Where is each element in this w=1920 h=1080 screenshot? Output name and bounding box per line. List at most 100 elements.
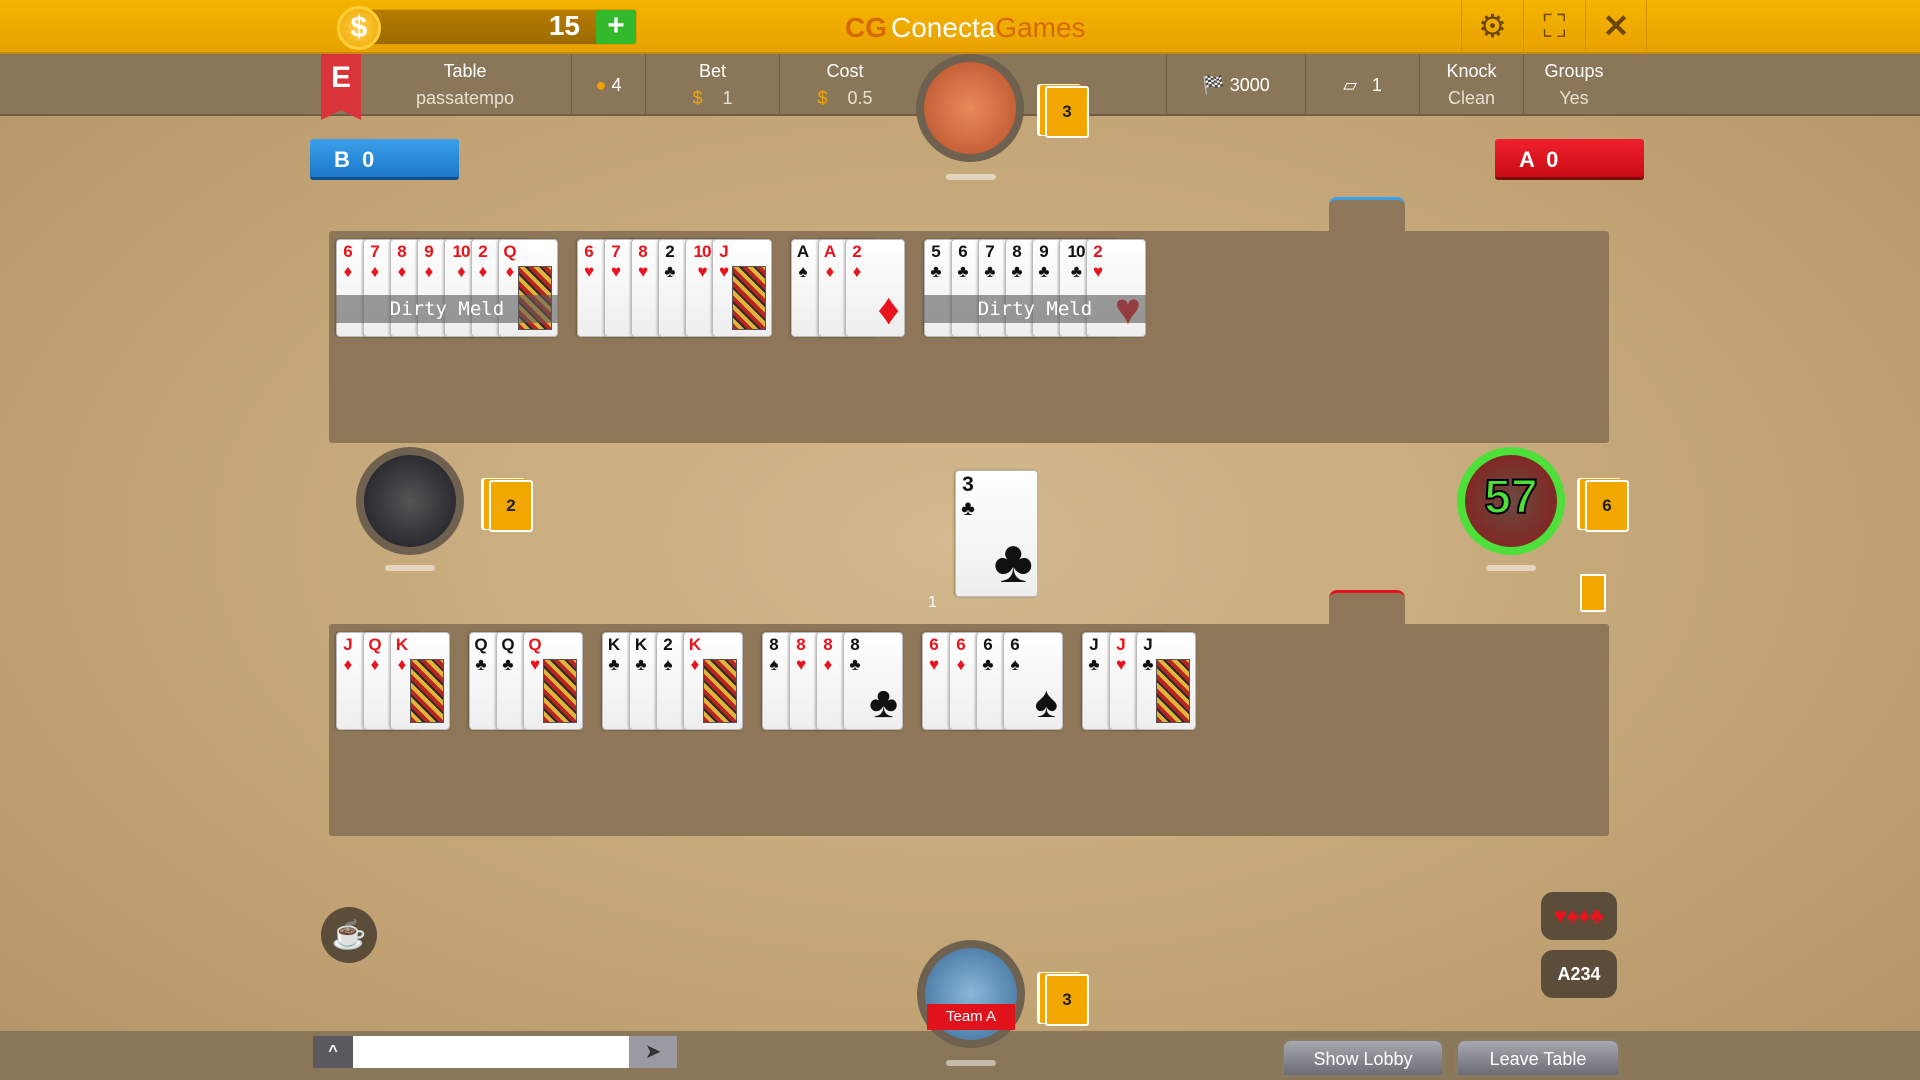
players-info: ● 4 bbox=[572, 54, 645, 116]
draw-pile-card[interactable] bbox=[1580, 574, 1606, 612]
avatar-left-player[interactable] bbox=[356, 447, 464, 555]
groups-info: Groups Yes bbox=[1524, 54, 1624, 116]
meld[interactable]: 8♠ 8♥ 8♦ 8♣ ♣ bbox=[762, 632, 903, 730]
card-corner: K♣ bbox=[607, 635, 620, 674]
card-corner: J♣ bbox=[1088, 635, 1099, 674]
card-corner: 7♥ bbox=[610, 242, 621, 281]
fullscreen-button[interactable]: ⛶ bbox=[1523, 0, 1585, 54]
meld[interactable]: 6♦ 7♦ 8♦ 9♦ 10♦ 2♦ Q♦ Dirty Meld bbox=[336, 239, 558, 337]
card-corner: 8♦ bbox=[397, 242, 406, 281]
face-card-art bbox=[1156, 659, 1190, 723]
cost-label: Cost bbox=[826, 61, 864, 81]
face-card-art bbox=[703, 659, 737, 723]
card-corner: Q♦ bbox=[503, 242, 516, 281]
goal-info: 🏁 3000 bbox=[1167, 54, 1305, 116]
face-card-art bbox=[732, 266, 766, 330]
left-player-card-count: 2 bbox=[489, 480, 533, 532]
meld[interactable]: 5♣6♣7♣8♣9♣10♣2♥♥Dirty Meld bbox=[924, 239, 1146, 337]
card-corner: Q♦ bbox=[368, 635, 381, 674]
card-corner: K♦ bbox=[395, 635, 408, 674]
meld[interactable]: Q♣ Q♣ Q♥ bbox=[469, 632, 583, 730]
show-lobby-button[interactable]: Show Lobby bbox=[1281, 1038, 1445, 1078]
discard-info: ▱ 1 bbox=[1306, 54, 1419, 116]
fullscreen-icon: ⛶ bbox=[1543, 8, 1566, 44]
meld-label: Dirty Meld bbox=[924, 295, 1146, 323]
meld[interactable]: 6♥ 7♥ 8♥ 2♣ 10♥ J♥ bbox=[577, 239, 772, 337]
dollar-icon: $ bbox=[692, 88, 703, 108]
sort-by-rank-button[interactable]: A234 bbox=[1541, 950, 1617, 998]
card-corner: 8♣ bbox=[849, 635, 860, 674]
goal-value: 3000 bbox=[1229, 75, 1270, 95]
team-a-area-tab bbox=[1329, 590, 1405, 626]
card-corner: 2♥ bbox=[1092, 242, 1103, 281]
avatar-top-player[interactable] bbox=[916, 54, 1024, 162]
card-corner: 6♥ bbox=[583, 242, 594, 281]
conectagames-logo: CG Conecta Games bbox=[845, 10, 1086, 46]
avatar-self[interactable] bbox=[917, 940, 1025, 1048]
playing-card[interactable]: J♥ bbox=[712, 239, 772, 337]
card-corner: K♣ bbox=[634, 635, 647, 674]
meld[interactable]: A♠ A♦ 2♦ ♦ bbox=[791, 239, 905, 337]
card-corner: J♥ bbox=[1115, 635, 1126, 674]
card-corner: 10♣ bbox=[1067, 242, 1086, 281]
coffee-break-button[interactable]: ☕ bbox=[321, 907, 377, 963]
team-a-meld-area[interactable]: J♦ Q♦ K♦ Q♣ Q♣ Q♥ K♣ K♣ 2♠ K♦ 8♠ 8♥ 8♦ 8♣ ♣ 6♥ 6♦ 6♣ 6♠ ♠ J♣… bbox=[329, 624, 1609, 836]
gear-icon: ⚙ bbox=[1478, 8, 1507, 44]
playing-card[interactable]: 2♦ ♦ bbox=[845, 239, 905, 337]
table-info: Table passatempo bbox=[380, 54, 550, 116]
playing-card[interactable]: 3♣ ♣ bbox=[955, 470, 1038, 597]
groups-label: Groups bbox=[1544, 61, 1604, 81]
meld[interactable]: K♣ K♣ 2♠ K♦ bbox=[602, 632, 743, 730]
card-corner: K♦ bbox=[688, 635, 701, 674]
meld[interactable]: J♦ Q♦ K♦ bbox=[336, 632, 450, 730]
sort-by-suit-button[interactable]: ♥♠♦♣ bbox=[1541, 892, 1617, 940]
chevron-up-icon: ^ bbox=[328, 1043, 338, 1060]
team-b-score: B 0 bbox=[310, 139, 459, 180]
discard-value: 1 bbox=[1371, 75, 1382, 95]
playing-card[interactable]: K♦ bbox=[683, 632, 743, 730]
table-name: passatempo bbox=[415, 88, 515, 108]
coin-balance: 15 bbox=[548, 10, 580, 41]
checkered-flag-icon: 🏁 bbox=[1202, 75, 1225, 95]
card-corner: A♠ bbox=[796, 242, 809, 281]
card-corner: A♦ bbox=[823, 242, 836, 281]
meld-label: Dirty Meld bbox=[336, 295, 558, 323]
card-corner: 9♣ bbox=[1038, 242, 1049, 281]
knock-info: Knock Clean bbox=[1420, 54, 1523, 116]
team-b-meld-area[interactable]: 6♦ 7♦ 8♦ 9♦ 10♦ 2♦ Q♦ Dirty Meld 6♥ 7♥ 8♥ 2♣ 10♥ J♥ A♠… bbox=[329, 231, 1609, 443]
face-card-art bbox=[543, 659, 577, 723]
chat-toggle-button[interactable]: ^ bbox=[313, 1036, 353, 1068]
players-count: 4 bbox=[611, 75, 622, 95]
dollar-icon: $ bbox=[817, 88, 828, 108]
meld[interactable]: J♣ J♥ J♣ bbox=[1082, 632, 1196, 730]
card-pip: ♣ bbox=[993, 528, 1033, 595]
turn-timer: 57 bbox=[1483, 470, 1538, 525]
coffee-cup-icon: ☕ bbox=[331, 919, 367, 950]
card-corner: 6♥ bbox=[928, 635, 939, 674]
card-corner: 2♦ bbox=[852, 242, 861, 281]
cost-value: 0.5 bbox=[847, 88, 873, 108]
card-corner: 8♠ bbox=[769, 635, 778, 674]
chat-input[interactable] bbox=[353, 1036, 629, 1068]
playing-card[interactable]: K♦ bbox=[390, 632, 450, 730]
top-player-nameplate bbox=[946, 174, 996, 180]
close-button[interactable]: ✕ bbox=[1585, 0, 1647, 54]
meld[interactable]: 6♥ 6♦ 6♣ 6♠ ♠ bbox=[922, 632, 1063, 730]
playing-card[interactable]: 8♣ ♣ bbox=[843, 632, 903, 730]
coin-balance-bar bbox=[345, 9, 637, 45]
card-pip: ♠ bbox=[1034, 678, 1058, 727]
bet-value: 1 bbox=[722, 88, 733, 108]
top-player-card-count: 3 bbox=[1045, 86, 1089, 138]
chat-send-button[interactable]: ➤ bbox=[629, 1036, 677, 1068]
settings-button[interactable]: ⚙ bbox=[1461, 0, 1523, 54]
card-outline-icon: ▱ bbox=[1343, 75, 1357, 95]
playing-card[interactable]: J♣ bbox=[1136, 632, 1196, 730]
logo-text-a: Conecta bbox=[891, 12, 996, 43]
card-corner: 8♥ bbox=[637, 242, 648, 281]
add-coins-button[interactable]: + bbox=[596, 10, 636, 44]
playing-card[interactable]: 6♠ ♠ bbox=[1003, 632, 1063, 730]
coin-icon: $ bbox=[337, 6, 381, 50]
leave-table-button[interactable]: Leave Table bbox=[1455, 1038, 1621, 1078]
playing-card[interactable]: Q♥ bbox=[523, 632, 583, 730]
close-icon: ✕ bbox=[1602, 8, 1630, 44]
